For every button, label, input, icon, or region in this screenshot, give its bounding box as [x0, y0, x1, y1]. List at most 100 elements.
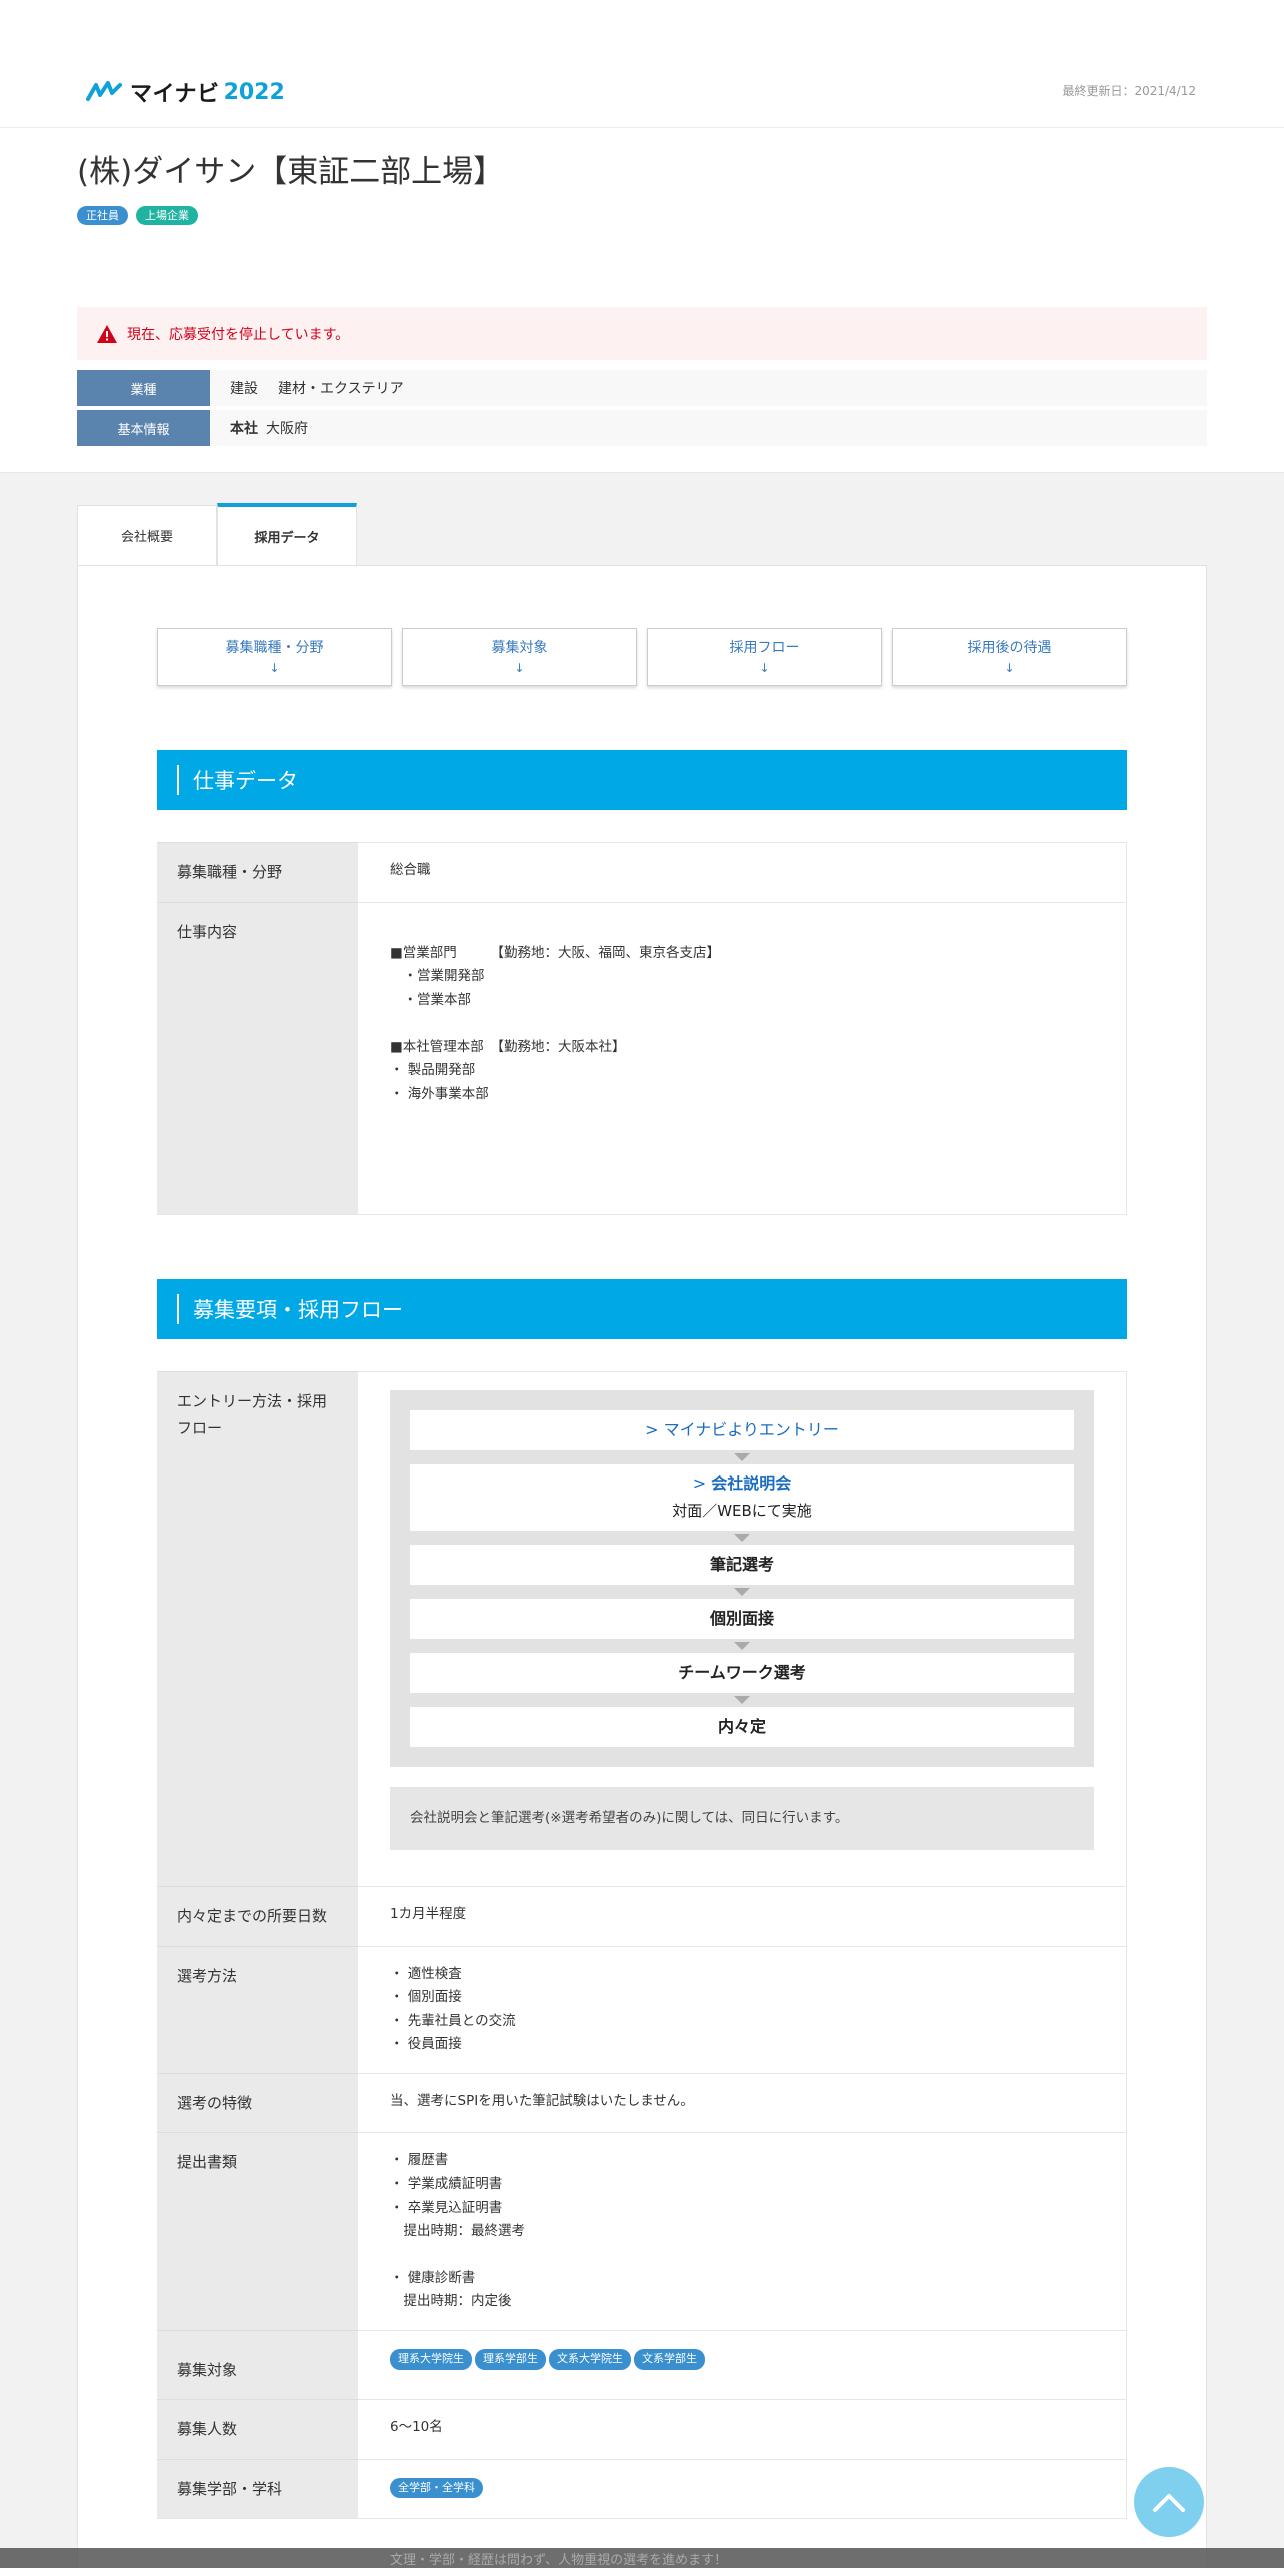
table-row: 募集職種・分野 総合職 [157, 842, 1127, 903]
site-header: マイナビ 2022 最終更新日：2021/4/12 [0, 0, 1284, 128]
list-item: 提出時期：最終選考 [390, 2223, 525, 2240]
logo-year: 2022 [223, 79, 285, 105]
alert-text: 現在、応募受付を停止しています。 [127, 326, 350, 343]
basic-info-text: 大阪府 [266, 421, 308, 438]
row-value: 1カ月半程度 [358, 1886, 1127, 1947]
company-header-area: マイナビ 2022 最終更新日：2021/4/12 (株)ダイサン【東証二部上場… [0, 0, 1284, 474]
text-line [390, 1152, 1094, 1175]
list-item [390, 2244, 1094, 2267]
table-row: 募集学部・学科 全学部・全学科 [157, 2458, 1127, 2519]
application-closed-alert: 現在、応募受付を停止しています。 [77, 307, 1207, 361]
row-value: > マイナビよりエントリー > 会社説明会 対面／WEBにて実施 筆記選考 個別… [358, 1371, 1127, 1887]
table-row: 選考の特徴 当、選考にSPIを用いた筆記試験はいたしません。 [157, 2073, 1127, 2133]
flow-arrow-icon [734, 1587, 750, 1596]
row-value: 6～10名 [358, 2399, 1127, 2460]
industry-value-2: 建材・エクステリア [278, 381, 404, 398]
tab-bar: 会社概要 採用データ [77, 503, 1207, 566]
badge-listed: 上場企業 [136, 206, 198, 226]
list-item: ・ 個別面接 [390, 1989, 462, 2006]
text-line: ・営業本部 [390, 991, 471, 1008]
basic-info-value: 本社 大阪府 [210, 410, 1207, 447]
section-title-requirements: 募集要項・採用フロー [157, 1279, 1127, 1340]
flow-step-subtext: 対面／WEBにて実施 [672, 1502, 812, 1521]
basic-info-label: 基本情報 [77, 410, 210, 447]
nav-button-flow[interactable]: 採用フロー ↓ [647, 628, 882, 687]
nav-button-label: 採用フロー [729, 639, 800, 656]
table-row: エントリー方法・採用フロー > マイナビよりエントリー > 会社説明会 対面／W… [157, 1371, 1127, 1887]
bottom-truncated-text: 文理・学部・経歴は問わず、人物重視の選考を進めます！ [390, 2553, 728, 2568]
chevron-up-icon [1153, 2494, 1185, 2512]
nav-button-benefits[interactable]: 採用後の待遇 ↓ [892, 628, 1127, 687]
row-label: 仕事内容 [157, 901, 358, 1216]
faculty-tag: 全学部・全学科 [390, 2477, 483, 2499]
flow-step-briefing[interactable]: > 会社説明会 対面／WEBにて実施 [410, 1464, 1074, 1531]
title-bar [177, 765, 179, 796]
table-row: 募集対象 理系大学院生 理系学部生 文系大学院生 文系学部生 [157, 2330, 1127, 2400]
list-item: ・ 履歴書 [390, 2152, 449, 2169]
chevron-right-icon: > [645, 1420, 659, 1440]
recruitment-content: 募集職種・分野 ↓ 募集対象 ↓ 採用フロー ↓ 採用後の待遇 ↓ 仕事データ … [77, 565, 1207, 2568]
basic-info-key: 本社 [230, 421, 258, 438]
table-row: 仕事内容 ■営業部門 【勤務地：大阪、福岡、東京各支店】 ・営業開発部 ・営業本… [157, 901, 1127, 1216]
flow-step-offer: 内々定 [410, 1706, 1074, 1747]
target-tag: 文系学部生 [634, 2349, 705, 2370]
table-row: 募集人数 6～10名 [157, 2399, 1127, 2460]
text-line: ・営業開発部 [390, 968, 485, 985]
row-label: 募集学部・学科 [157, 2458, 358, 2519]
table-row: 提出書類 ・ 履歴書 ・ 学業成績証明書 ・ 卒業見込証明書 提出時期：最終選考… [157, 2132, 1127, 2331]
row-label: 募集職種・分野 [157, 842, 358, 903]
list-item: ・ 役員面接 [390, 2036, 462, 2053]
table-row: 選考方法 ・ 適性検査 ・ 個別面接 ・ 先輩社員との交流 ・ 役員面接 [157, 1945, 1127, 2074]
documents-list: ・ 履歴書 ・ 学業成績証明書 ・ 卒業見込証明書 提出時期：最終選考 ・ 健康… [390, 2149, 1094, 2314]
row-value: ・ 履歴書 ・ 学業成績証明書 ・ 卒業見込証明書 提出時期：最終選考 ・ 健康… [358, 2132, 1127, 2331]
row-label: エントリー方法・採用フロー [157, 1371, 358, 1887]
row-label: 選考方法 [157, 1945, 358, 2074]
row-label: 募集人数 [157, 2399, 358, 2460]
section-title-job-data: 仕事データ [157, 750, 1127, 811]
industry-label: 業種 [77, 370, 210, 407]
company-name: (株)ダイサン【東証二部上場】 [77, 154, 505, 190]
list-item: ・ 先輩社員との交流 [390, 2012, 516, 2029]
row-label: 選考の特徴 [157, 2073, 358, 2133]
tab-recruitment-data[interactable]: 採用データ [217, 503, 357, 566]
flow-step-written-test: 筆記選考 [410, 1544, 1074, 1585]
anchor-nav: 募集職種・分野 ↓ 募集対象 ↓ 採用フロー ↓ 採用後の待遇 ↓ [157, 628, 1127, 687]
requirements-table: エントリー方法・採用フロー > マイナビよりエントリー > 会社説明会 対面／W… [157, 1371, 1127, 2519]
row-value: 全学部・全学科 [358, 2458, 1127, 2519]
company-badges: 正社員 上場企業 [77, 206, 1207, 226]
flow-step-link: > 会社説明会 [416, 1470, 1068, 1498]
warning-icon [97, 324, 117, 343]
arrow-down-icon: ↓ [759, 660, 770, 675]
flow-step-entry[interactable]: > マイナビよりエントリー [410, 1410, 1074, 1451]
section-title-text: 募集要項・採用フロー [193, 1298, 403, 1323]
title-bar [177, 1294, 179, 1325]
company-summary: 業種 建設 建材・エクステリア 基本情報 本社 大阪府 [77, 370, 1207, 447]
row-value: 理系大学院生 理系学部生 文系大学院生 文系学部生 [358, 2330, 1127, 2400]
list-item: ・ 適性検査 [390, 1965, 462, 1982]
industry-value: 建設 建材・エクステリア [210, 370, 1207, 407]
arrow-down-icon: ↓ [269, 660, 280, 675]
flow-arrow-icon [734, 1695, 750, 1704]
flow-step-interview: 個別面接 [410, 1598, 1074, 1639]
section-title-text: 仕事データ [193, 769, 298, 794]
arrow-down-icon: ↓ [1004, 660, 1015, 675]
job-data-table: 募集職種・分野 総合職 仕事内容 ■営業部門 【勤務地：大阪、福岡、東京各支店】… [157, 842, 1127, 1216]
text-line: ・ 製品開発部 [390, 1062, 476, 1079]
mynavi-logo[interactable]: マイナビ 2022 [86, 76, 285, 108]
text-line: ■営業部門 【勤務地：大阪、福岡、東京各支店】 [390, 944, 721, 961]
row-label: 募集対象 [157, 2330, 358, 2400]
row-label: 内々定までの所要日数 [157, 1886, 358, 1947]
flow-note: 会社説明会と筆記選考(※選考希望者のみ)に関しては、同日に行います。 [390, 1786, 1094, 1851]
nav-button-positions[interactable]: 募集職種・分野 ↓ [157, 628, 392, 687]
info-row-industry: 業種 建設 建材・エクステリア [77, 370, 1207, 407]
nav-button-label: 募集対象 [491, 639, 548, 656]
flow-arrow-icon [734, 1453, 750, 1462]
list-item: 提出時期：内定後 [390, 2293, 512, 2310]
tab-company-overview[interactable]: 会社概要 [77, 505, 217, 566]
table-row: 内々定までの所要日数 1カ月半程度 [157, 1886, 1127, 1947]
mynavi-logo-icon [86, 81, 122, 101]
text-line [390, 1013, 1094, 1036]
nav-button-target[interactable]: 募集対象 ↓ [402, 628, 637, 687]
last-updated: 最終更新日：2021/4/12 [1062, 84, 1196, 98]
scroll-to-top-button[interactable] [1134, 2467, 1204, 2537]
